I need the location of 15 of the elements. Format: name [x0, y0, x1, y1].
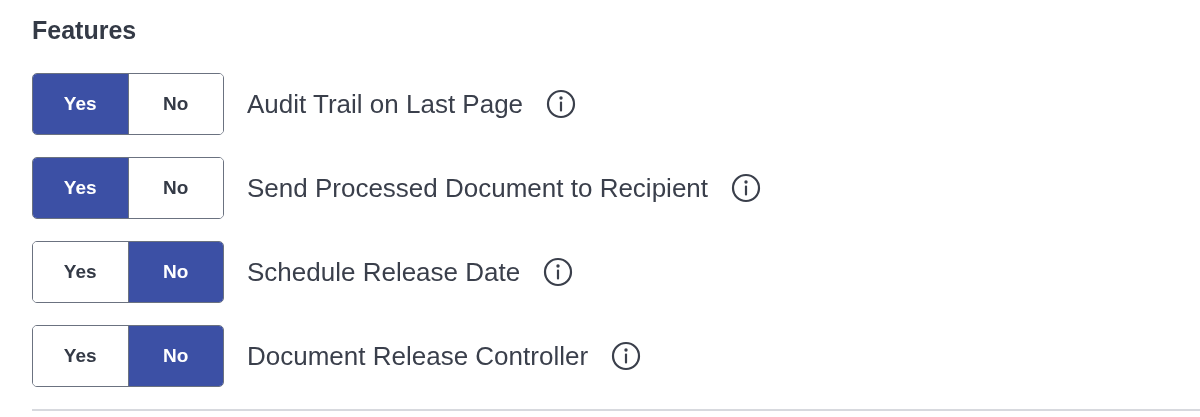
- toggle-option[interactable]: No: [127, 242, 223, 302]
- toggle-option[interactable]: No: [127, 74, 223, 134]
- info-icon[interactable]: [542, 256, 575, 288]
- info-icon[interactable]: [730, 172, 763, 204]
- feature-label: Document Release Controller: [247, 339, 589, 373]
- toggle-option[interactable]: Yes: [33, 158, 128, 218]
- toggle-option[interactable]: No: [127, 326, 223, 386]
- feature-label: Audit Trail on Last Page: [247, 87, 524, 121]
- feature-label: Schedule Release Date: [247, 255, 521, 289]
- section-title: Features: [32, 15, 138, 46]
- toggle-option[interactable]: No: [127, 158, 223, 218]
- toggle-option[interactable]: Yes: [33, 74, 128, 134]
- info-icon[interactable]: [545, 88, 578, 120]
- info-icon[interactable]: [610, 340, 643, 372]
- feature-label: Send Processed Document to Recipient: [247, 171, 709, 205]
